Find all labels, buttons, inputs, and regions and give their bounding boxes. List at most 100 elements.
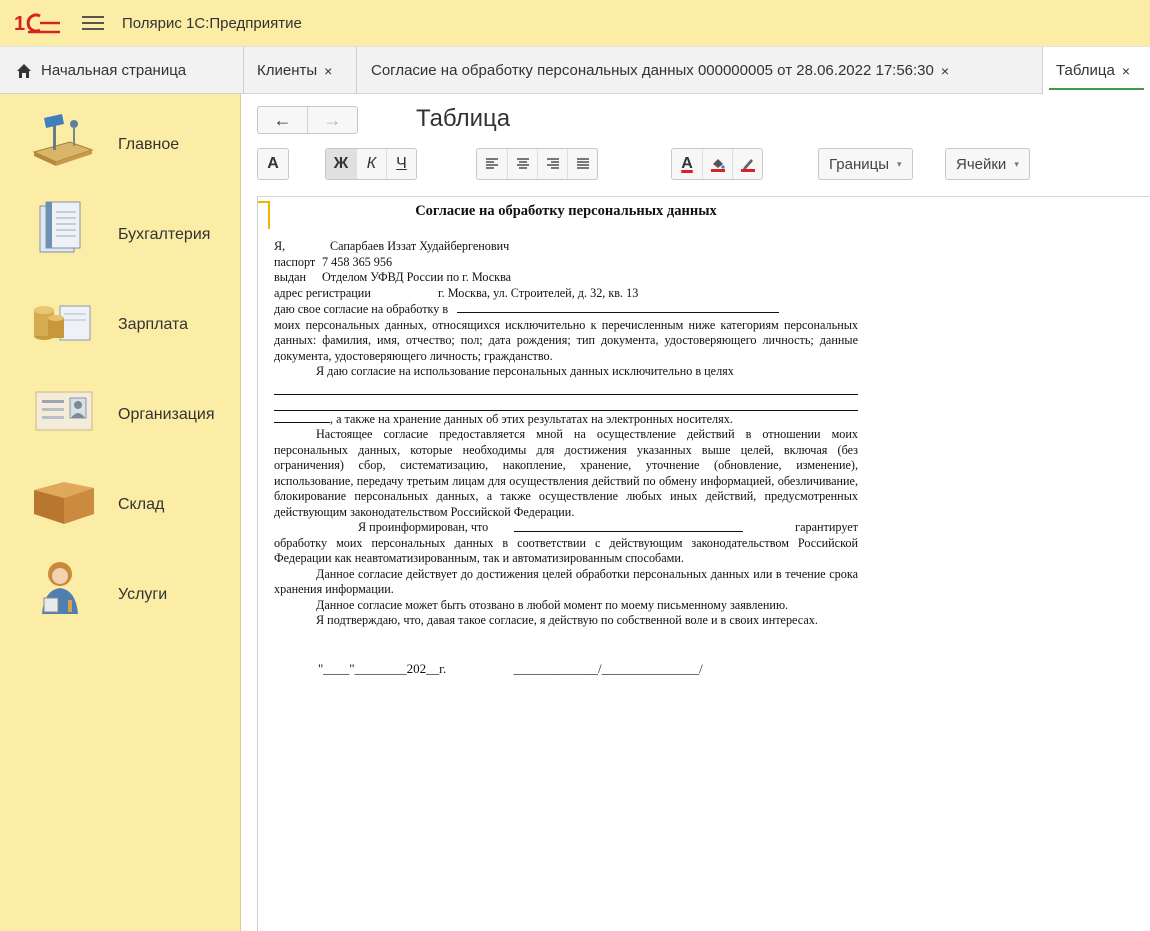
document-title: Согласие на обработку персональных данны…	[415, 203, 717, 219]
tab-table[interactable]: Таблица ×	[1043, 47, 1150, 94]
consent-document: Согласие на обработку персональных данны…	[274, 201, 858, 676]
align-left-icon[interactable]	[477, 149, 507, 179]
passport-number: 7 458 365 956	[322, 254, 393, 269]
tab-consent-document-label: Согласие на обработку персональных данны…	[371, 62, 934, 79]
sidebar-item-label: Услуги	[118, 586, 168, 603]
cells-label: Ячейки	[956, 155, 1007, 173]
font-button[interactable]: А	[258, 149, 288, 179]
color-group: А	[671, 148, 763, 180]
tab-clients-label: Клиенты	[257, 62, 318, 79]
paragraph-revocation: Данное согласие может быть отозвано в лю…	[316, 597, 789, 612]
issued-label: выдан	[274, 270, 307, 284]
sidebar-item-services[interactable]: Услуги	[0, 550, 240, 630]
person-name: Сапарбаев Иззат Худайбергенович	[330, 239, 510, 253]
issued-by: Отделом УФВД России по г. Москва	[322, 270, 512, 284]
tab-home-label: Начальная страница	[41, 62, 187, 79]
informed-row: Я проинформирован, что гарантирует	[274, 520, 858, 536]
ledger-books-icon	[39, 201, 81, 253]
cells-dropdown[interactable]: Ячейки ▾	[945, 148, 1030, 180]
storage-row: , а также на хранение данных об этих рез…	[274, 411, 858, 428]
title-bar: 1 Полярис 1С:Предприятие	[0, 0, 1150, 46]
address: г. Москва, ул. Строителей, д. 32, кв. 13	[438, 285, 639, 300]
coins-icon	[34, 305, 91, 341]
app-title: Полярис 1С:Предприятие	[122, 14, 302, 32]
paragraph-categories: моих персональных данных, относящихся ис…	[274, 317, 858, 363]
page-title: Таблица	[416, 105, 511, 132]
organization-blank	[457, 301, 780, 313]
chevron-down-icon: ▾	[897, 158, 902, 169]
forward-button[interactable]: →	[307, 107, 357, 133]
svg-text:1: 1	[14, 13, 25, 34]
address-row: адрес регистрации г. Москва, ул. Строите…	[274, 286, 858, 302]
tab-consent-document[interactable]: Согласие на обработку персональных данны…	[357, 47, 1043, 94]
address-label: адрес регистрации	[274, 285, 371, 300]
sidebar-item-label: Бухгалтерия	[118, 226, 211, 243]
sidebar-item-warehouse[interactable]: Склад	[0, 460, 240, 540]
border-color-icon[interactable]	[732, 149, 762, 179]
tab-bar: Начальная страница Клиенты × Согласие на…	[0, 46, 1150, 94]
paragraph-validity: Данное согласие действует до достижения …	[274, 566, 858, 597]
signature-date: "____"________202__г.	[318, 660, 447, 676]
sidebar-item-label: Главное	[118, 136, 180, 153]
borders-label: Границы	[829, 155, 889, 173]
borders-dropdown[interactable]: Границы ▾	[818, 148, 913, 180]
sidebar-item-label: Зарплата	[118, 316, 189, 333]
person-row: Я, Сапарбаев Иззат Худайбергенович	[274, 239, 858, 255]
sidebar-item-accounting[interactable]: Бухгалтерия	[0, 190, 240, 270]
signature-row: "____"________202__г. _____________/____…	[274, 661, 858, 677]
purpose-blank-2	[274, 395, 858, 411]
fill-color-icon[interactable]	[702, 149, 732, 179]
i-label: Я,	[274, 239, 286, 253]
paragraph-actions: Настоящее согласие предоставляется мной …	[274, 427, 858, 519]
passport-label: паспорт	[274, 254, 316, 269]
box-icon	[34, 482, 94, 524]
sidebar-item-salary[interactable]: Зарплата	[0, 280, 240, 360]
text-color-button[interactable]: А	[672, 149, 702, 179]
align-right-icon[interactable]	[537, 149, 567, 179]
sidebar-item-label: Склад	[118, 496, 165, 513]
passport-row: паспорт 7 458 365 956	[274, 255, 858, 271]
close-icon[interactable]: ×	[324, 63, 332, 79]
navigation-buttons: ← →	[257, 106, 358, 134]
paragraph-informed: обработку моих персональных данных в соо…	[274, 535, 858, 566]
tab-table-label: Таблица	[1056, 62, 1115, 79]
informed-label: Я проинформирован, что	[358, 520, 489, 534]
home-icon	[17, 63, 31, 78]
main-menu-icon[interactable]	[82, 16, 104, 30]
font-group: А	[257, 148, 289, 180]
sidebar-item-main[interactable]: Главное	[0, 100, 240, 180]
sidebar: Главное Бухгалтерия Зарплата Организация…	[0, 94, 241, 931]
italic-button[interactable]: К	[356, 149, 386, 179]
desk-lamp-icon	[32, 114, 94, 166]
bold-button[interactable]: Ж	[326, 149, 356, 179]
id-card-icon	[35, 391, 93, 431]
text-color-label: А	[681, 155, 693, 172]
service-person-icon	[42, 562, 78, 614]
sidebar-item-organization[interactable]: Организация	[0, 370, 240, 450]
spreadsheet-document[interactable]: Согласие на обработку персональных данны…	[257, 196, 1150, 931]
storage-text: , а также на хранение данных об этих рез…	[330, 411, 733, 426]
purpose-blank-1	[274, 380, 858, 395]
text-style-group: Ж К Ч	[325, 148, 417, 180]
consent-to-row: даю свое согласие на обработку в	[274, 301, 858, 318]
signature-line: _____________/_______________/	[513, 660, 703, 676]
tab-clients[interactable]: Клиенты ×	[244, 47, 357, 94]
issued-row: выдан Отделом УФВД России по г. Москва	[274, 270, 858, 286]
guarantees-label: гарантирует	[795, 520, 858, 534]
align-center-icon[interactable]	[507, 149, 537, 179]
close-icon[interactable]: ×	[941, 63, 949, 79]
cell-cursor	[258, 201, 270, 229]
underline-button[interactable]: Ч	[386, 149, 416, 179]
purpose-blank-3	[274, 411, 330, 423]
sidebar-item-label: Организация	[118, 406, 215, 423]
paragraph-confirmation: Я подтверждаю, что, давая такое согласие…	[316, 613, 818, 627]
align-justify-icon[interactable]	[567, 149, 597, 179]
operator-blank	[514, 520, 744, 532]
paragraph-purpose: Я даю согласие на использование персонал…	[316, 364, 734, 378]
consent-to-label: даю свое согласие на обработку в	[274, 302, 449, 316]
alignment-group	[476, 148, 598, 180]
close-icon[interactable]: ×	[1122, 63, 1130, 79]
chevron-down-icon: ▾	[1014, 158, 1019, 169]
back-button[interactable]: ←	[258, 107, 307, 133]
tab-home[interactable]: Начальная страница	[0, 47, 244, 94]
